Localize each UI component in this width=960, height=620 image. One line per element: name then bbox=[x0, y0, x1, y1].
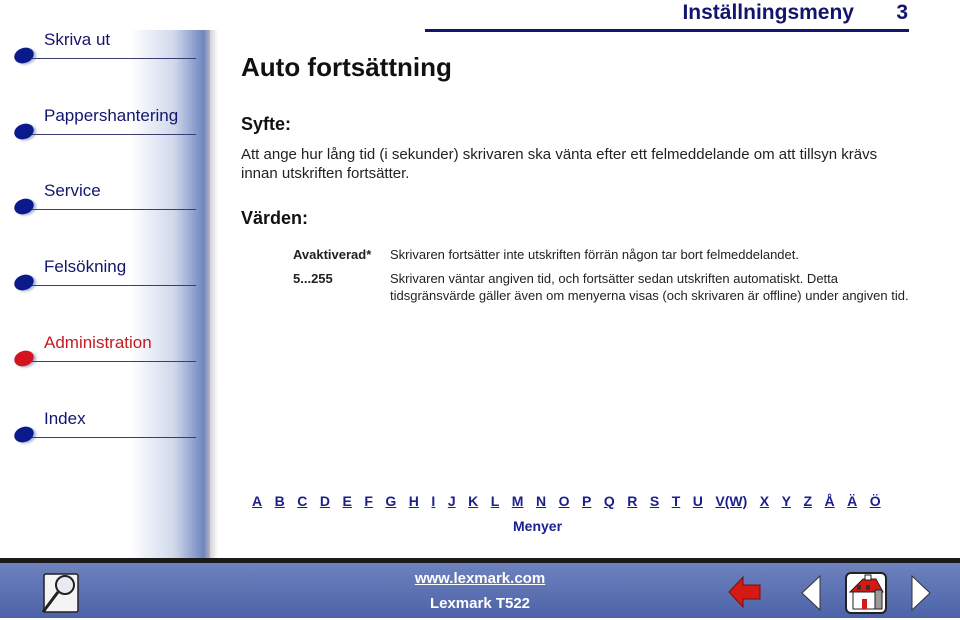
index-letter-link[interactable]: C bbox=[297, 493, 307, 509]
section-title: Inställningsmeny bbox=[682, 1, 854, 24]
value-key: Avaktiverad* bbox=[293, 247, 372, 262]
index-letter-link[interactable]: D bbox=[320, 493, 330, 509]
index-letter-link[interactable]: K bbox=[468, 493, 478, 509]
page-title: Auto fortsättning bbox=[241, 52, 452, 82]
divider bbox=[32, 437, 196, 438]
index-letter-link[interactable]: L bbox=[491, 493, 500, 509]
previous-page-icon[interactable] bbox=[800, 574, 822, 612]
purpose-text: Att ange hur lång tid (i sekunder) skriv… bbox=[241, 146, 878, 182]
index-letter-link[interactable]: F bbox=[364, 493, 373, 509]
menus-link[interactable]: Menyer bbox=[513, 518, 562, 534]
index-letter-link[interactable]: U bbox=[693, 493, 703, 509]
index-letter-link[interactable]: I bbox=[431, 493, 435, 509]
sidebar-item-skriva-ut[interactable]: Skriva ut bbox=[12, 30, 196, 70]
header-divider bbox=[425, 29, 909, 32]
index-letter-link[interactable]: A bbox=[252, 493, 262, 509]
divider bbox=[32, 134, 196, 135]
purpose-heading: Syfte: bbox=[241, 114, 292, 134]
index-letter-link[interactable]: R bbox=[627, 493, 637, 509]
sidebar-item-pappershantering[interactable]: Pappershantering bbox=[12, 106, 196, 146]
sidebar-item-label: Skriva ut bbox=[44, 30, 111, 49]
index-letter-link[interactable]: O bbox=[559, 493, 570, 509]
index-letter-link[interactable]: Å bbox=[825, 493, 835, 509]
bullet-icon bbox=[12, 196, 36, 217]
value-description: Skrivaren fortsätter inte utskriften för… bbox=[390, 247, 799, 262]
divider bbox=[32, 361, 196, 362]
index-letter-link[interactable]: H bbox=[409, 493, 419, 509]
index-letter-link[interactable]: Ö bbox=[870, 493, 881, 509]
index-letter-link[interactable]: J bbox=[448, 493, 456, 509]
index-letter-link[interactable]: M bbox=[512, 493, 524, 509]
sidebar-item-label: Felsökning bbox=[44, 257, 127, 276]
index-letter-link[interactable]: N bbox=[536, 493, 546, 509]
index-letter-link[interactable]: E bbox=[343, 493, 352, 509]
bullet-icon bbox=[12, 348, 36, 369]
index-letter-link[interactable]: T bbox=[672, 493, 681, 509]
divider bbox=[32, 209, 196, 210]
bullet-icon bbox=[12, 272, 36, 293]
value-description: Skrivaren väntar angiven tid, och fortsä… bbox=[390, 271, 909, 303]
website-link[interactable]: www.lexmark.com bbox=[415, 570, 545, 587]
sidebar-item-label: Administration bbox=[44, 333, 152, 352]
index-letter-link[interactable]: G bbox=[385, 493, 396, 509]
sidebar-item-administration[interactable]: Administration bbox=[12, 333, 196, 373]
bullet-icon bbox=[12, 45, 36, 66]
sidebar-item-label: Service bbox=[44, 181, 101, 200]
divider bbox=[32, 285, 196, 286]
back-arrow-icon[interactable] bbox=[727, 574, 763, 610]
index-letter-link[interactable]: Ä bbox=[847, 493, 857, 509]
divider bbox=[32, 58, 196, 59]
value-key: 5...255 bbox=[293, 271, 333, 286]
sidebar-item-label: Pappershantering bbox=[44, 106, 179, 125]
home-icon[interactable] bbox=[845, 572, 887, 614]
sidebar-item-label: Index bbox=[44, 409, 86, 428]
next-page-icon[interactable] bbox=[910, 574, 932, 612]
sidebar-item-index[interactable]: Index bbox=[12, 409, 196, 449]
alphabet-index: A B C D E F G H I J K L M N O P Q R S T U V(W) X Y Z Å Ä Ö bbox=[252, 493, 902, 509]
index-letter-link[interactable]: P bbox=[582, 493, 591, 509]
bullet-icon bbox=[12, 424, 36, 445]
sidebar-item-felsokning[interactable]: Felsökning bbox=[12, 257, 196, 297]
index-letter-link[interactable]: Z bbox=[803, 493, 812, 509]
index-letter-link[interactable]: Y bbox=[782, 493, 791, 509]
index-letter-link[interactable]: X bbox=[760, 493, 769, 509]
values-heading: Värden: bbox=[241, 208, 309, 228]
index-letter-link[interactable]: B bbox=[275, 493, 285, 509]
bullet-icon bbox=[12, 121, 36, 142]
index-letter-link[interactable]: S bbox=[650, 493, 659, 509]
page-number: 3 bbox=[896, 1, 908, 24]
index-letter-link[interactable]: Q bbox=[604, 493, 615, 509]
index-letter-link[interactable]: V(W) bbox=[715, 493, 747, 509]
sidebar-item-service[interactable]: Service bbox=[12, 181, 196, 221]
